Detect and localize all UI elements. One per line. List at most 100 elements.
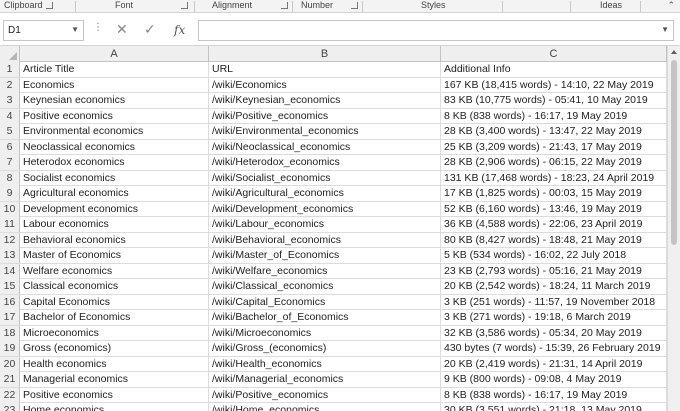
row-header[interactable]: 3 (0, 93, 20, 108)
vertical-scrollbar[interactable] (667, 46, 680, 411)
cell-a[interactable]: Classical economics (20, 279, 209, 294)
row-header[interactable]: 10 (0, 201, 20, 217)
row-header[interactable]: 8 (0, 170, 20, 186)
row-header[interactable]: 16 (0, 294, 20, 310)
cell-b[interactable]: /wiki/Heterodox_economics (209, 155, 441, 170)
cell-b[interactable]: /wiki/Microeconomics (209, 325, 441, 341)
row-header[interactable]: 2 (0, 77, 20, 93)
row-header[interactable]: 23 (0, 403, 20, 411)
cell-b[interactable]: /wiki/Behavioral_economics (209, 232, 441, 248)
cell-a[interactable]: Health economics (20, 356, 209, 372)
cell-a[interactable]: Socialist economics (20, 170, 209, 186)
cell-b[interactable]: URL (209, 62, 441, 77)
cancel-icon[interactable]: ✕ (116, 21, 128, 38)
chevron-down-icon[interactable]: ▼ (71, 25, 79, 34)
row-header[interactable]: 5 (0, 124, 20, 139)
cell-a[interactable]: Article Title (20, 62, 209, 77)
cell-b[interactable]: /wiki/Welfare_economics (209, 263, 441, 279)
cell-c[interactable]: 30 KB (3,551 words) - 21:18, 13 May 2019 (441, 403, 667, 411)
dialog-launcher-icon[interactable] (181, 2, 188, 9)
row-header[interactable]: 4 (0, 108, 20, 124)
row-header[interactable]: 18 (0, 325, 20, 341)
cell-c[interactable]: 9 KB (800 words) - 09:08, 4 May 2019 (441, 372, 667, 387)
cell-c[interactable]: 80 KB (8,427 words) - 18:48, 21 May 2019 (441, 232, 667, 248)
column-header-b[interactable]: B (209, 46, 441, 62)
cell-c[interactable]: 17 KB (1,825 words) - 00:03, 15 May 2019 (441, 186, 667, 201)
cell-a[interactable]: Development economics (20, 201, 209, 217)
enter-icon[interactable]: ✓ (144, 21, 156, 38)
cell-b[interactable]: /wiki/Bachelor_of_Economics (209, 310, 441, 325)
cell-a[interactable]: Economics (20, 77, 209, 93)
cell-c[interactable]: 3 KB (271 words) - 19:18, 6 March 2019 (441, 310, 667, 325)
row-header[interactable]: 9 (0, 186, 20, 201)
cell-c[interactable]: 20 KB (2,542 words) - 18:24, 11 March 20… (441, 279, 667, 294)
cell-c[interactable]: 32 KB (3,586 words) - 05:34, 20 May 2019 (441, 325, 667, 341)
formula-bar-resize-handle[interactable]: ⋮ (93, 23, 103, 33)
cell-c[interactable]: Additional Info (441, 62, 667, 77)
row-header[interactable]: 7 (0, 155, 20, 170)
cell-b[interactable]: /wiki/Environmental_economics (209, 124, 441, 139)
select-all-button[interactable] (0, 46, 20, 62)
cell-a[interactable]: Capital Economics (20, 294, 209, 310)
cell-c[interactable]: 83 KB (10,775 words) - 05:41, 10 May 201… (441, 93, 667, 108)
row-header[interactable]: 19 (0, 341, 20, 356)
cell-b[interactable]: /wiki/Neoclassical_economics (209, 139, 441, 155)
cell-a[interactable]: Environmental economics (20, 124, 209, 139)
cell-c[interactable]: 131 KB (17,468 words) - 18:23, 24 April … (441, 170, 667, 186)
cell-c[interactable]: 8 KB (838 words) - 16:17, 19 May 2019 (441, 108, 667, 124)
cell-b[interactable]: /wiki/Classical_economics (209, 279, 441, 294)
cell-a[interactable]: Behavioral economics (20, 232, 209, 248)
cell-a[interactable]: Master of Economics (20, 248, 209, 263)
cell-a[interactable]: Gross (economics) (20, 341, 209, 356)
cell-a[interactable]: Heterodox economics (20, 155, 209, 170)
dialog-launcher-icon[interactable] (281, 2, 288, 9)
cell-b[interactable]: /wiki/Economics (209, 77, 441, 93)
name-box[interactable]: D1 ▼ (3, 20, 84, 41)
cell-c[interactable]: 23 KB (2,793 words) - 05:16, 21 May 2019 (441, 263, 667, 279)
row-header[interactable]: 20 (0, 356, 20, 372)
formula-input[interactable]: ▼ (198, 20, 674, 41)
row-header[interactable]: 22 (0, 387, 20, 403)
cell-b[interactable]: /wiki/Agricultural_economics (209, 186, 441, 201)
cell-a[interactable]: Bachelor of Economics (20, 310, 209, 325)
cell-b[interactable]: /wiki/Managerial_economics (209, 372, 441, 387)
row-header[interactable]: 6 (0, 139, 20, 155)
row-header[interactable]: 12 (0, 232, 20, 248)
cell-b[interactable]: /wiki/Positive_economics (209, 108, 441, 124)
cell-a[interactable]: Neoclassical economics (20, 139, 209, 155)
cell-a[interactable]: Positive economics (20, 108, 209, 124)
cell-a[interactable]: Positive economics (20, 387, 209, 403)
expand-formula-bar-icon[interactable]: ▼ (661, 25, 669, 34)
cell-a[interactable]: Keynesian economics (20, 93, 209, 108)
cell-c[interactable]: 28 KB (3,400 words) - 13:47, 22 May 2019 (441, 124, 667, 139)
row-header[interactable]: 15 (0, 279, 20, 294)
cell-c[interactable]: 20 KB (2,419 words) - 21:31, 14 April 20… (441, 356, 667, 372)
cell-b[interactable]: /wiki/Socialist_economics (209, 170, 441, 186)
dialog-launcher-icon[interactable] (351, 2, 358, 9)
scroll-up-icon[interactable] (671, 50, 677, 54)
cell-b[interactable]: /wiki/Health_economics (209, 356, 441, 372)
cell-b[interactable]: /wiki/Labour_economics (209, 217, 441, 232)
row-header[interactable]: 1 (0, 62, 20, 77)
cell-a[interactable]: Labour economics (20, 217, 209, 232)
scrollbar-thumb[interactable] (671, 60, 677, 245)
cell-c[interactable]: 430 bytes (7 words) - 15:39, 26 February… (441, 341, 667, 356)
cell-c[interactable]: 28 KB (2,906 words) - 06:15, 22 May 2019 (441, 155, 667, 170)
cell-b[interactable]: /wiki/Master_of_Economics (209, 248, 441, 263)
column-header-a[interactable]: A (20, 46, 209, 62)
insert-function-icon[interactable]: fx (174, 23, 185, 37)
row-header[interactable]: 13 (0, 248, 20, 263)
row-header[interactable]: 11 (0, 217, 20, 232)
cell-c[interactable]: 52 KB (6,160 words) - 13:46, 19 May 2019 (441, 201, 667, 217)
cell-c[interactable]: 25 KB (3,209 words) - 21:43, 17 May 2019 (441, 139, 667, 155)
row-header[interactable]: 14 (0, 263, 20, 279)
cell-b[interactable]: /wiki/Development_economics (209, 201, 441, 217)
cell-a[interactable]: Microeconomics (20, 325, 209, 341)
cell-a[interactable]: Welfare economics (20, 263, 209, 279)
dialog-launcher-icon[interactable] (45, 2, 53, 9)
cell-b[interactable]: /wiki/Capital_Economics (209, 294, 441, 310)
cell-a[interactable]: Managerial economics (20, 372, 209, 387)
cell-b[interactable]: /wiki/Gross_(economics) (209, 341, 441, 356)
cell-a[interactable]: Home economics (20, 403, 209, 411)
cell-c[interactable]: 8 KB (838 words) - 16:17, 19 May 2019 (441, 387, 667, 403)
